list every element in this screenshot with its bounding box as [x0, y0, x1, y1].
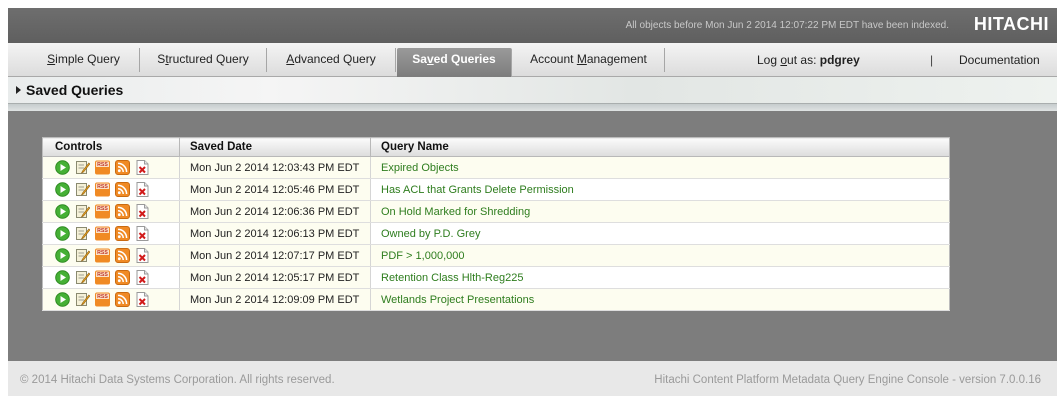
run-icon[interactable] — [55, 204, 70, 219]
row-controls: RSS — [42, 244, 180, 267]
svg-text:RSS: RSS — [97, 294, 108, 300]
run-icon[interactable] — [55, 226, 70, 241]
feed-icon[interactable] — [115, 270, 130, 285]
saved-date-cell: Mon Jun 2 2014 12:07:17 PM EDT — [179, 244, 371, 267]
edit-icon[interactable] — [75, 248, 90, 263]
feed-icon[interactable] — [115, 248, 130, 263]
rss-icon[interactable]: RSS — [95, 226, 110, 241]
delete-icon[interactable] — [135, 292, 150, 307]
delete-icon[interactable] — [135, 248, 150, 263]
edit-icon[interactable] — [75, 226, 90, 241]
edit-icon[interactable] — [75, 270, 90, 285]
saved-date-cell: Mon Jun 2 2014 12:05:17 PM EDT — [179, 266, 371, 289]
query-name-link[interactable]: Has ACL that Grants Delete Permission — [370, 178, 950, 201]
table-row: RSS Mon Jun 2 2014 12:05:17 PM EDT Retenti… — [42, 266, 950, 289]
rss-icon[interactable]: RSS — [95, 160, 110, 175]
svg-text:RSS: RSS — [97, 206, 108, 212]
svg-text:RSS: RSS — [97, 272, 108, 278]
logout-link[interactable]: Log out as: pdgrey — [757, 53, 860, 67]
query-name-link[interactable]: Retention Class Hlth-Reg225 — [370, 266, 950, 289]
column-header-controls: Controls — [42, 137, 180, 157]
rss-icon[interactable]: RSS — [95, 182, 110, 197]
saved-date-cell: Mon Jun 2 2014 12:06:13 PM EDT — [179, 222, 371, 245]
rss-icon[interactable]: RSS — [95, 248, 110, 263]
table-row: RSS Mon Jun 2 2014 12:07:17 PM EDT PDF > 1… — [42, 244, 950, 267]
collapse-arrow-icon[interactable] — [16, 86, 21, 94]
nav-tab-bar: Simple Query Structured Query Advanced Q… — [8, 43, 1057, 77]
query-name-link[interactable]: Owned by P.D. Grey — [370, 222, 950, 245]
saved-date-cell: Mon Jun 2 2014 12:06:36 PM EDT — [179, 200, 371, 223]
run-icon[interactable] — [55, 270, 70, 285]
feed-icon[interactable] — [115, 226, 130, 241]
table-row: RSS Mon Jun 2 2014 12:09:09 PM EDT Wetland… — [42, 288, 950, 311]
feed-icon[interactable] — [115, 204, 130, 219]
svg-text:RSS: RSS — [97, 162, 108, 168]
row-controls: RSS — [42, 266, 180, 289]
saved-date-cell: Mon Jun 2 2014 12:05:46 PM EDT — [179, 178, 371, 201]
query-name-link[interactable]: On Hold Marked for Shredding — [370, 200, 950, 223]
section-divider — [8, 103, 1057, 111]
rss-icon[interactable]: RSS — [95, 204, 110, 219]
run-icon[interactable] — [55, 160, 70, 175]
footer-copyright: © 2014 Hitachi Data Systems Corporation.… — [20, 374, 335, 386]
rss-icon[interactable]: RSS — [95, 292, 110, 307]
tab-simple-query[interactable]: Simple Query — [28, 48, 140, 72]
query-name-link[interactable]: PDF > 1,000,000 — [370, 244, 950, 267]
app-header: All objects before Mon Jun 2 2014 12:07:… — [8, 8, 1057, 43]
run-icon[interactable] — [55, 248, 70, 263]
header-separator: | — [930, 53, 934, 67]
tab-saved-queries[interactable]: Saved Queries — [397, 48, 512, 77]
query-name-link[interactable]: Expired Objects — [370, 156, 950, 179]
delete-icon[interactable] — [135, 226, 150, 241]
edit-icon[interactable] — [75, 160, 90, 175]
table-header-row: Controls Saved Date Query Name — [42, 137, 950, 157]
feed-icon[interactable] — [115, 160, 130, 175]
page-footer: © 2014 Hitachi Data Systems Corporation.… — [8, 361, 1057, 396]
run-icon[interactable] — [55, 182, 70, 197]
footer-version: Hitachi Content Platform Metadata Query … — [654, 374, 1041, 386]
saved-date-cell: Mon Jun 2 2014 12:03:43 PM EDT — [179, 156, 371, 179]
table-row: RSS Mon Jun 2 2014 12:05:46 PM EDT Has ACL… — [42, 178, 950, 201]
feed-icon[interactable] — [115, 292, 130, 307]
section-header: Saved Queries — [8, 77, 1057, 103]
hitachi-logo: HITACHI — [973, 14, 1049, 34]
edit-icon[interactable] — [75, 292, 90, 307]
svg-text:RSS: RSS — [97, 228, 108, 234]
tab-account-management[interactable]: Account Management — [513, 48, 665, 72]
feed-icon[interactable] — [115, 182, 130, 197]
delete-icon[interactable] — [135, 160, 150, 175]
saved-date-cell: Mon Jun 2 2014 12:09:09 PM EDT — [179, 288, 371, 311]
run-icon[interactable] — [55, 292, 70, 307]
rss-icon[interactable]: RSS — [95, 270, 110, 285]
column-header-query-name: Query Name — [370, 137, 950, 157]
edit-icon[interactable] — [75, 182, 90, 197]
saved-queries-table: Controls Saved Date Query Name RSS Mon Ju… — [42, 137, 950, 311]
tab-structured-query[interactable]: Structured Query — [140, 48, 267, 72]
delete-icon[interactable] — [135, 270, 150, 285]
delete-icon[interactable] — [135, 204, 150, 219]
logged-in-username: pdgrey — [819, 53, 860, 67]
table-row: RSS Mon Jun 2 2014 12:03:43 PM EDT Expired… — [42, 156, 950, 179]
column-header-saved-date: Saved Date — [179, 137, 371, 157]
table-row: RSS Mon Jun 2 2014 12:06:13 PM EDT Owned b… — [42, 222, 950, 245]
tab-advanced-query[interactable]: Advanced Query — [267, 48, 396, 72]
documentation-link[interactable]: Documentation — [959, 53, 1040, 67]
row-controls: RSS — [42, 200, 180, 223]
edit-icon[interactable] — [75, 204, 90, 219]
table-row: RSS Mon Jun 2 2014 12:06:36 PM EDT On Hold… — [42, 200, 950, 223]
row-controls: RSS — [42, 156, 180, 179]
index-status-text: All objects before Mon Jun 2 2014 12:07:… — [625, 20, 949, 31]
svg-text:RSS: RSS — [97, 184, 108, 190]
row-controls: RSS — [42, 288, 180, 311]
svg-text:RSS: RSS — [97, 250, 108, 256]
row-controls: RSS — [42, 178, 180, 201]
section-title: Saved Queries — [26, 82, 124, 98]
delete-icon[interactable] — [135, 182, 150, 197]
query-name-link[interactable]: Wetlands Project Presentations — [370, 288, 950, 311]
app-frame: All objects before Mon Jun 2 2014 12:07:… — [8, 8, 1057, 396]
row-controls: RSS — [42, 222, 180, 245]
main-content: Controls Saved Date Query Name RSS Mon Ju… — [8, 111, 1057, 361]
